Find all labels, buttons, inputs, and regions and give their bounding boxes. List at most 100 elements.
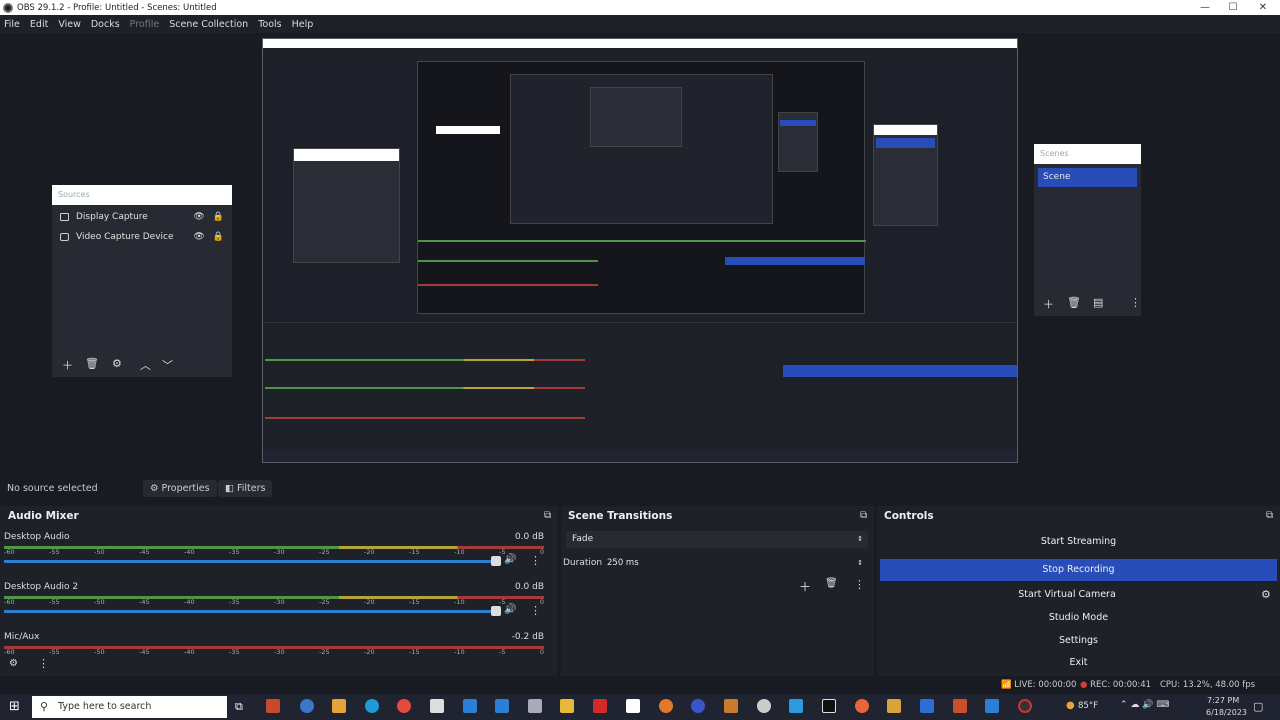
obs-taskbar-icon[interactable]: [1018, 699, 1032, 713]
eye-icon[interactable]: 👁: [193, 232, 204, 242]
app-taskbar-icon[interactable]: [659, 699, 673, 713]
gear-icon[interactable]: ⚙: [1261, 588, 1271, 601]
window-titlebar: OBS 29.1.2 - Profile: Untitled - Scenes:…: [0, 0, 1280, 15]
mixer-menu-icon[interactable]: ⋮: [38, 657, 49, 670]
scene-transitions-panel: Scene Transitions ⧉ Fade ⇕ Duration 250 …: [561, 506, 874, 676]
stop-recording-button[interactable]: Stop Recording: [880, 559, 1277, 581]
volume-slider[interactable]: [4, 560, 494, 563]
weather-temp[interactable]: 85°F: [1078, 701, 1098, 711]
gear-icon[interactable]: ⚙: [112, 357, 122, 370]
firefox-icon[interactable]: [855, 699, 869, 713]
scenes-header: Scenes: [1034, 144, 1141, 164]
more-icon[interactable]: ⋮: [1130, 296, 1141, 309]
folder-icon[interactable]: [560, 699, 574, 713]
chrome-icon[interactable]: [397, 699, 411, 713]
properties-button[interactable]: ⚙ Properties: [143, 479, 217, 497]
nested-controls: [783, 337, 1017, 435]
scene-transitions-title: Scene Transitions: [568, 510, 673, 522]
settings-button[interactable]: Settings: [880, 631, 1277, 651]
popout-icon[interactable]: ⧉: [1266, 510, 1273, 521]
app-taskbar-icon[interactable]: [691, 699, 705, 713]
menu-profile[interactable]: Profile: [130, 19, 160, 30]
start-virtual-camera-button[interactable]: Start Virtual Camera: [880, 585, 1254, 605]
transition-select[interactable]: Fade ⇕: [566, 531, 868, 548]
windows-start-icon[interactable]: ⊞: [9, 699, 20, 714]
notification-icon[interactable]: ▢: [1253, 700, 1263, 713]
app-taskbar-icon[interactable]: [724, 699, 738, 713]
filters-button[interactable]: ◧ Filters: [218, 479, 273, 497]
eye-icon[interactable]: 👁: [193, 212, 204, 222]
menu-edit[interactable]: Edit: [30, 19, 48, 30]
clock-time[interactable]: 7:27 PM: [1207, 696, 1239, 705]
more-icon[interactable]: ⋮: [530, 604, 541, 617]
camera-icon: [60, 233, 69, 241]
app-taskbar-icon[interactable]: [985, 699, 999, 713]
taskbar-search-box[interactable]: ⚲ Type here to search: [32, 696, 227, 718]
filter-icon[interactable]: ▤: [1093, 296, 1103, 309]
studio-mode-button[interactable]: Studio Mode: [880, 608, 1277, 628]
acrobat-icon[interactable]: [593, 699, 607, 713]
notepad-icon[interactable]: [626, 699, 640, 713]
menu-help[interactable]: Help: [292, 19, 314, 30]
task-view-icon[interactable]: ⧉: [235, 700, 243, 714]
speaker-icon[interactable]: 🔊: [504, 554, 516, 565]
spin-arrows-icon[interactable]: ⇕: [857, 555, 863, 572]
start-streaming-button[interactable]: Start Streaming: [880, 532, 1277, 552]
trash-icon[interactable]: 🗑: [85, 357, 99, 370]
move-up-icon[interactable]: ︿: [140, 357, 151, 373]
app-taskbar-icon[interactable]: [953, 699, 967, 713]
nested-titlebar: [263, 39, 1017, 48]
scene-item[interactable]: Scene: [1038, 168, 1137, 187]
add-transition-icon[interactable]: ＋: [799, 578, 811, 595]
app-taskbar-icon[interactable]: [528, 699, 542, 713]
window-title: OBS 29.1.2 - Profile: Untitled - Scenes:…: [17, 2, 217, 13]
more-icon[interactable]: ⋮: [854, 578, 865, 591]
lock-icon[interactable]: 🔒: [213, 232, 224, 242]
channel-db: 0.0 dB: [514, 532, 544, 542]
maximize-button[interactable]: ☐: [1218, 0, 1248, 15]
minimize-button[interactable]: —: [1190, 0, 1220, 15]
volume-slider-handle[interactable]: [491, 556, 501, 566]
app-taskbar-icon[interactable]: [887, 699, 901, 713]
menu-docks[interactable]: Docks: [91, 19, 120, 30]
popout-icon[interactable]: ⧉: [860, 510, 867, 521]
settings-taskbar-icon[interactable]: [757, 699, 771, 713]
audio-mixer-panel: Audio Mixer ⧉ Desktop Audio 0.0 dB -60 -5…: [0, 506, 558, 676]
trash-icon[interactable]: 🗑: [825, 578, 838, 589]
weather-icon[interactable]: ●: [1066, 700, 1075, 711]
popout-icon[interactable]: ⧉: [544, 510, 551, 521]
rec-status: ● REC: 00:00:41: [1080, 680, 1151, 690]
lock-icon[interactable]: 🔒: [213, 212, 224, 222]
move-down-icon[interactable]: ﹀: [162, 357, 173, 373]
app-taskbar-icon[interactable]: [332, 699, 346, 713]
close-button[interactable]: ✕: [1248, 0, 1278, 15]
app-taskbar-icon[interactable]: [822, 699, 836, 713]
menu-scene-collection[interactable]: Scene Collection: [169, 19, 248, 30]
advanced-audio-icon[interactable]: ⚙: [9, 658, 18, 669]
store-icon[interactable]: [495, 699, 509, 713]
app-taskbar-icon[interactable]: [300, 699, 314, 713]
duration-spinbox[interactable]: 250 ms ⇕: [603, 555, 868, 572]
source-item-display-capture[interactable]: Display Capture 👁 🔒: [52, 207, 232, 227]
tray-icons[interactable]: ⌃ ☁ 🔊 ⌨: [1120, 700, 1169, 710]
mail-icon[interactable]: [463, 699, 477, 713]
edge-icon[interactable]: [365, 699, 379, 713]
volume-slider-handle[interactable]: [491, 606, 501, 616]
app-taskbar-icon[interactable]: [789, 699, 803, 713]
app-taskbar-icon[interactable]: [430, 699, 444, 713]
app-taskbar-icon[interactable]: [266, 699, 280, 713]
trash-icon[interactable]: 🗑: [1067, 296, 1081, 309]
more-icon[interactable]: ⋮: [530, 554, 541, 567]
volume-slider[interactable]: [4, 610, 494, 613]
exit-button[interactable]: Exit: [880, 653, 1277, 673]
app-taskbar-icon[interactable]: [920, 699, 934, 713]
source-item-video-capture[interactable]: Video Capture Device 👁 🔒: [52, 227, 232, 247]
add-source-icon[interactable]: ＋: [62, 357, 73, 373]
add-scene-icon[interactable]: ＋: [1043, 296, 1054, 312]
menu-file[interactable]: File: [4, 19, 20, 30]
menu-tools[interactable]: Tools: [258, 19, 281, 30]
clock-date[interactable]: 6/18/2023: [1206, 708, 1247, 717]
menu-view[interactable]: View: [58, 19, 81, 30]
search-placeholder: Type here to search: [58, 701, 152, 712]
speaker-icon[interactable]: 🔊: [504, 604, 516, 615]
